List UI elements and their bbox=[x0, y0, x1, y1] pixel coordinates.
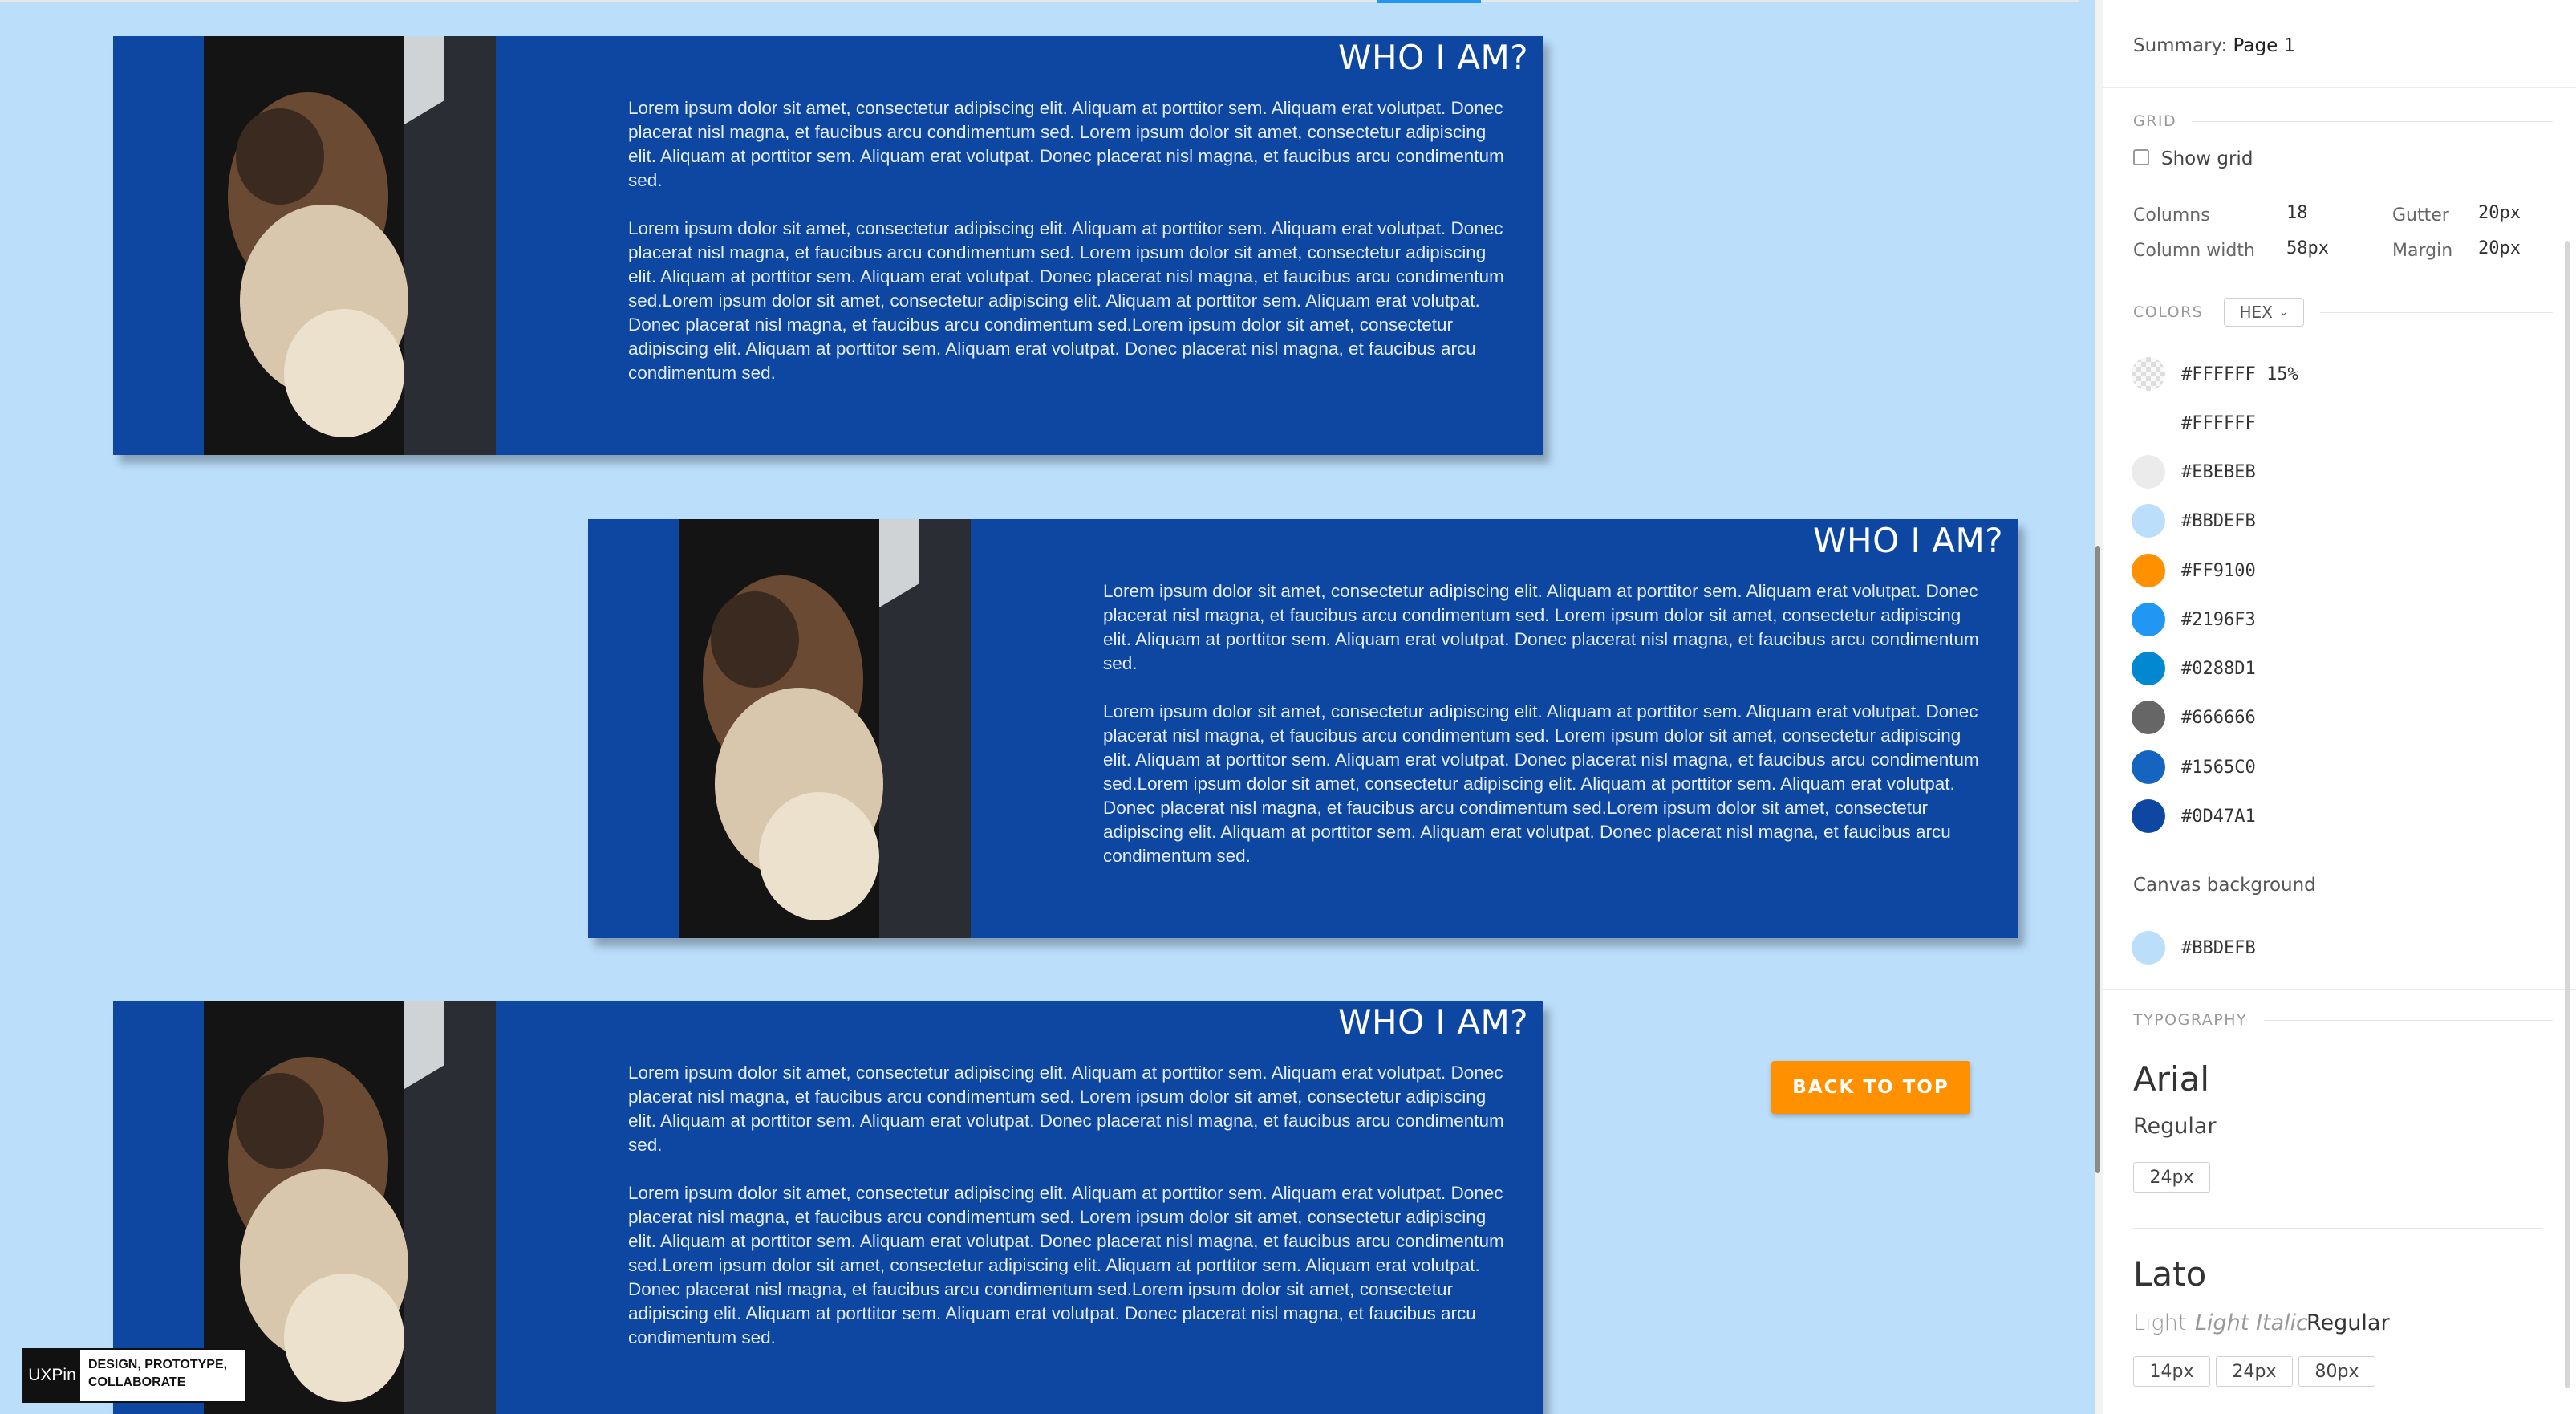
margin-value[interactable]: 20px bbox=[2478, 238, 2521, 258]
swatch-label: #FFFFFF 15% bbox=[2181, 364, 2298, 384]
swatch-label: #EBEBEB bbox=[2181, 461, 2256, 482]
canvas-background-swatch[interactable]: #BBDEFB bbox=[2132, 930, 2256, 965]
swatch-label: #0288D1 bbox=[2181, 658, 2256, 679]
typography-section-label: TYPOGRAPHY bbox=[2133, 1011, 2248, 1029]
uxpin-logo: UXPin bbox=[24, 1350, 80, 1401]
swatch-label: #2196F3 bbox=[2181, 609, 2256, 630]
swatch-circle bbox=[2132, 931, 2165, 965]
color-swatch-row[interactable]: #FFFFFF bbox=[2132, 405, 2256, 441]
swatch-label: #FF9100 bbox=[2181, 560, 2256, 581]
colors-section-rule bbox=[2320, 312, 2553, 313]
font-weight-regular: Regular bbox=[2133, 1114, 2217, 1139]
design-canvas[interactable]: WHO I AM? Lorem ipsum dolor sit amet, co… bbox=[0, 0, 2079, 1414]
grid-section-rule bbox=[2192, 121, 2553, 122]
color-format-select[interactable]: HEX ⌄ bbox=[2224, 298, 2304, 327]
swatch-label: #1565C0 bbox=[2181, 757, 2256, 778]
card-title: WHO I AM? bbox=[1812, 521, 2003, 560]
canvas-top-border bbox=[0, 0, 2079, 2]
color-swatch-row[interactable]: #0288D1 bbox=[2132, 651, 2256, 686]
grid-section-label: GRID bbox=[2133, 112, 2177, 130]
color-swatch-row[interactable]: #FFFFFF 15% bbox=[2132, 356, 2298, 392]
column-width-label: Column width bbox=[2133, 241, 2255, 261]
uxpin-tagline-line-1: DESIGN, PROTOTYPE, bbox=[88, 1358, 228, 1371]
card-body: Lorem ipsum dolor sit amet, consectetur … bbox=[628, 1061, 1519, 1374]
card-paragraph-1: Lorem ipsum dolor sit amet, consectetur … bbox=[628, 1063, 1504, 1155]
about-card-1[interactable]: WHO I AM? Lorem ipsum dolor sit amet, co… bbox=[113, 36, 1543, 455]
font-name-arial[interactable]: Arial bbox=[2133, 1059, 2209, 1099]
card-paragraph-1: Lorem ipsum dolor sit amet, consectetur … bbox=[1103, 581, 1979, 673]
color-format-value: HEX bbox=[2239, 303, 2273, 322]
show-grid-label: Show grid bbox=[2161, 148, 2253, 169]
swatch-circle bbox=[2132, 554, 2165, 587]
cat-photo bbox=[204, 1001, 496, 1414]
card-body: Lorem ipsum dolor sit amet, consectetur … bbox=[1103, 579, 1994, 892]
font-weight-light: Light bbox=[2133, 1310, 2187, 1335]
panel-divider bbox=[2103, 989, 2576, 990]
gutter-label: Gutter bbox=[2392, 205, 2449, 226]
card-paragraph-2: Lorem ipsum dolor sit amet, consectetur … bbox=[1103, 701, 1979, 866]
panel-scrollbar[interactable] bbox=[2565, 241, 2570, 1388]
swatch-circle bbox=[2132, 455, 2165, 489]
swatch-label: #FFFFFF bbox=[2181, 412, 2256, 433]
color-swatch-row[interactable]: #2196F3 bbox=[2132, 602, 2256, 637]
color-swatch-row[interactable]: #1565C0 bbox=[2132, 750, 2256, 785]
summary-header: Summary: Page 1 bbox=[2133, 35, 2295, 56]
card-paragraph-1: Lorem ipsum dolor sit amet, consectetur … bbox=[628, 98, 1504, 190]
chevron-down-icon: ⌄ bbox=[2278, 306, 2289, 319]
font-size-chip[interactable]: 80px bbox=[2298, 1356, 2375, 1387]
swatch-circle bbox=[2132, 750, 2165, 784]
font-size-chip[interactable]: 24px bbox=[2216, 1356, 2293, 1387]
swatch-circle bbox=[2132, 603, 2165, 636]
cat-photo bbox=[679, 519, 971, 938]
color-swatch-row[interactable]: #EBEBEB bbox=[2132, 454, 2256, 490]
card-title: WHO I AM? bbox=[1337, 38, 1528, 77]
show-grid-checkbox[interactable] bbox=[2133, 149, 2149, 165]
swatch-label: #BBDEFB bbox=[2181, 510, 2256, 531]
back-to-top-button[interactable]: BACK TO TOP bbox=[1771, 1061, 1970, 1114]
margin-label: Margin bbox=[2392, 241, 2453, 261]
swatch-label: #0D47A1 bbox=[2181, 806, 2256, 827]
columns-value[interactable]: 18 bbox=[2286, 203, 2308, 223]
card-paragraph-2: Lorem ipsum dolor sit amet, consectetur … bbox=[628, 1183, 1504, 1347]
font-size-chip[interactable]: 14px bbox=[2133, 1356, 2210, 1387]
swatch-circle bbox=[2132, 357, 2165, 391]
summary-page-name: Page 1 bbox=[2233, 35, 2296, 56]
uxpin-tagline-line-2: COLLABORATE bbox=[88, 1375, 186, 1389]
canvas-top-marker bbox=[1377, 0, 1481, 3]
panel-divider bbox=[2103, 87, 2576, 88]
font-weight-regular: Regular bbox=[2306, 1310, 2390, 1335]
card-body: Lorem ipsum dolor sit amet, consectetur … bbox=[628, 96, 1519, 409]
typography-divider bbox=[2133, 1228, 2542, 1229]
swatch-circle bbox=[2132, 701, 2165, 734]
typography-section-rule bbox=[2264, 1020, 2553, 1021]
color-swatch-row[interactable]: #FF9100 bbox=[2132, 553, 2256, 588]
cat-photo bbox=[204, 36, 496, 455]
properties-panel: Summary: Page 1 GRID Show grid Columns 1… bbox=[2103, 0, 2576, 1414]
font-weight-light-italic: Light Italic bbox=[2195, 1310, 2308, 1335]
font-name-lato[interactable]: Lato bbox=[2133, 1254, 2206, 1294]
swatch-label: #666666 bbox=[2181, 707, 2256, 728]
uxpin-tagline: DESIGN, PROTOTYPE, COLLABORATE bbox=[80, 1350, 235, 1401]
column-width-value[interactable]: 58px bbox=[2286, 238, 2329, 258]
uxpin-badge[interactable]: UXPin DESIGN, PROTOTYPE, COLLABORATE bbox=[22, 1348, 247, 1403]
color-swatch-row[interactable]: #666666 bbox=[2132, 700, 2256, 735]
columns-label: Columns bbox=[2133, 205, 2210, 226]
swatch-circle bbox=[2132, 406, 2165, 440]
canvas-background-value: #BBDEFB bbox=[2181, 937, 2256, 958]
gutter-value[interactable]: 20px bbox=[2478, 203, 2521, 223]
canvas-background-label: Canvas background bbox=[2133, 875, 2316, 896]
canvas-scrollbar-thumb[interactable] bbox=[2095, 546, 2100, 1173]
swatch-circle bbox=[2132, 799, 2165, 833]
color-swatch-row[interactable]: #BBDEFB bbox=[2132, 503, 2256, 538]
swatch-circle bbox=[2132, 504, 2165, 538]
about-card-3[interactable]: WHO I AM? Lorem ipsum dolor sit amet, co… bbox=[113, 1001, 1543, 1414]
about-card-2[interactable]: WHO I AM? Lorem ipsum dolor sit amet, co… bbox=[588, 519, 2018, 938]
color-swatch-row[interactable]: #0D47A1 bbox=[2132, 798, 2256, 834]
font-size-chip[interactable]: 24px bbox=[2133, 1162, 2210, 1193]
summary-label: Summary: bbox=[2133, 35, 2228, 56]
colors-section-label: COLORS bbox=[2133, 303, 2204, 321]
card-paragraph-2: Lorem ipsum dolor sit amet, consectetur … bbox=[628, 218, 1504, 383]
swatch-circle bbox=[2132, 652, 2165, 685]
card-title: WHO I AM? bbox=[1337, 1002, 1528, 1042]
